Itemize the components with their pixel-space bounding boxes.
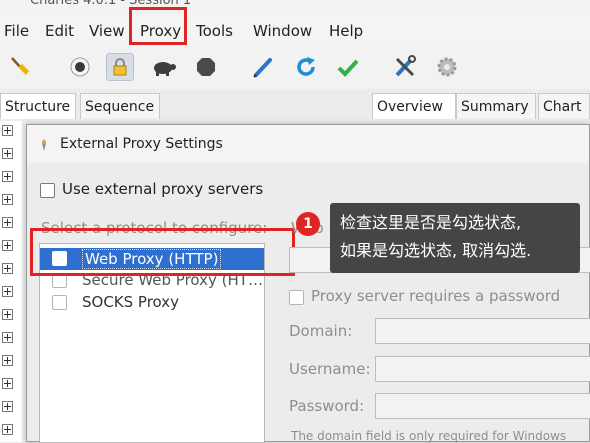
expand-plus-icon[interactable] — [2, 355, 13, 366]
list-item[interactable]: SOCKS Proxy — [40, 292, 264, 314]
requires-password-label: Proxy server requires a password — [311, 287, 561, 305]
instruction-callout: 检查这里是否是勾选状态, 如果是勾选状态, 取消勾选. — [330, 203, 580, 273]
window-title-bar: Charles 4.0.1 - Session 1 — [0, 0, 590, 14]
socks-proxy-checkbox[interactable] — [52, 295, 67, 310]
menu-tools[interactable]: Tools — [196, 22, 233, 40]
expand-plus-icon[interactable] — [2, 171, 13, 182]
turtle-throttle-icon[interactable] — [150, 53, 178, 81]
ssl-lock-icon[interactable] — [106, 53, 134, 81]
web-proxy-highlight-box — [30, 228, 295, 276]
menu-window[interactable]: Window — [253, 22, 312, 40]
domain-label: Domain: — [289, 322, 353, 340]
expand-plus-icon[interactable] — [2, 332, 13, 343]
domain-field[interactable] — [375, 318, 590, 344]
tab-summary[interactable]: Summary — [456, 93, 536, 119]
menu-file[interactable]: File — [4, 22, 29, 40]
protocol-label: SOCKS Proxy — [82, 293, 180, 311]
menu-edit[interactable]: Edit — [45, 22, 74, 40]
expand-plus-icon[interactable] — [2, 309, 13, 320]
structure-tree — [0, 121, 22, 442]
callout-line-2: 如果是勾选状态, 取消勾选. — [340, 241, 532, 260]
expand-plus-icon[interactable] — [2, 378, 13, 389]
requires-password-checkbox[interactable] — [289, 290, 304, 305]
expand-plus-icon[interactable] — [2, 217, 13, 228]
broom-icon[interactable] — [6, 53, 34, 81]
checkmark-icon[interactable] — [334, 53, 362, 81]
step-badge: 1 — [296, 212, 320, 236]
expand-plus-icon[interactable] — [2, 424, 13, 435]
expand-plus-icon[interactable] — [2, 240, 13, 251]
expand-plus-icon[interactable] — [2, 148, 13, 159]
password-label: Password: — [289, 397, 365, 415]
external-proxy-dialog: External Proxy Settings Use external pro… — [26, 124, 590, 443]
expand-plus-icon[interactable] — [2, 263, 13, 274]
toolbar — [0, 47, 590, 90]
settings-gear-icon[interactable] — [433, 53, 461, 81]
expand-plus-icon[interactable] — [2, 125, 13, 136]
expand-plus-icon[interactable] — [2, 286, 13, 297]
callout-line-1: 检查这里是否是勾选状态, — [340, 213, 522, 232]
use-external-proxy-label: Use external proxy servers — [62, 180, 264, 198]
tab-structure[interactable]: Structure — [0, 93, 76, 119]
username-label: Username: — [289, 360, 371, 378]
pen-icon[interactable] — [249, 53, 277, 81]
expand-plus-icon[interactable] — [2, 401, 13, 412]
dialog-title-bar: External Proxy Settings — [27, 125, 589, 163]
expand-plus-icon[interactable] — [2, 194, 13, 205]
use-external-proxy-checkbox[interactable] — [40, 183, 55, 198]
tab-sequence[interactable]: Sequence — [80, 93, 160, 119]
tools-icon[interactable] — [391, 53, 419, 81]
stop-icon[interactable] — [192, 53, 220, 81]
domain-note: The domain field is only required for Wi… — [291, 429, 567, 443]
record-icon[interactable] — [66, 53, 94, 81]
refresh-icon[interactable] — [292, 53, 320, 81]
tab-chart[interactable]: Chart — [538, 93, 590, 119]
proxy-highlight-box — [129, 7, 187, 45]
username-field[interactable] — [375, 356, 590, 382]
dialog-title: External Proxy Settings — [60, 136, 223, 152]
menu-view[interactable]: View — [89, 22, 125, 40]
tab-bar: Structure Sequence Overview Summary Char… — [0, 89, 590, 121]
menu-help[interactable]: Help — [329, 22, 363, 40]
tab-overview[interactable]: Overview — [372, 93, 456, 119]
password-field[interactable] — [375, 393, 590, 419]
menu-bar: File Edit View Proxy Tools Window Help — [0, 7, 590, 47]
charles-app-icon — [37, 137, 51, 156]
